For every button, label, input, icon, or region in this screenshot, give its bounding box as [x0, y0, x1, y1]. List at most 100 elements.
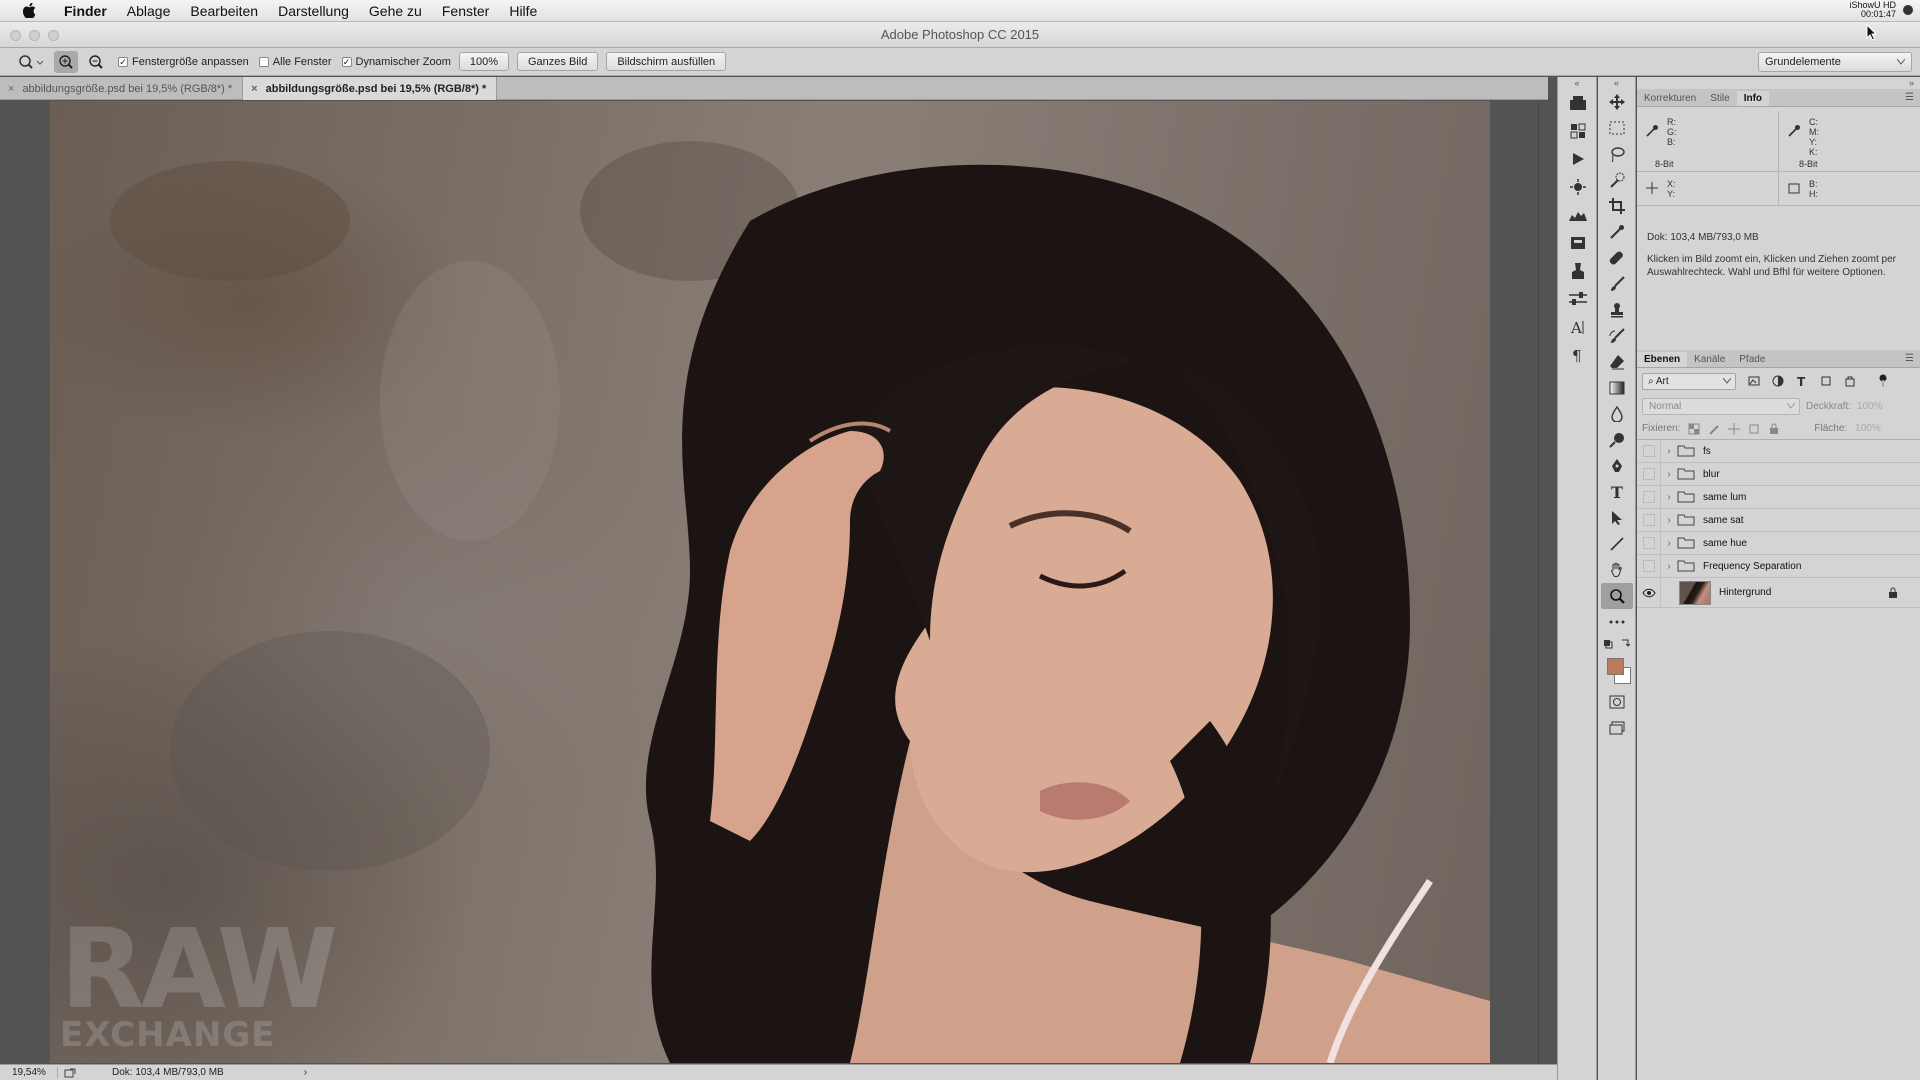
- layer-group-row[interactable]: › same sat: [1637, 508, 1920, 532]
- close-tab-icon[interactable]: ×: [251, 83, 257, 95]
- layer-group-row[interactable]: › Frequency Separation: [1637, 554, 1920, 578]
- menu-finder[interactable]: Finder: [54, 3, 117, 19]
- chevron-right-icon[interactable]: ›: [1661, 515, 1677, 526]
- visibility-toggle[interactable]: [1637, 531, 1661, 555]
- recording-status[interactable]: iShowU HD 00:01:47: [1849, 1, 1896, 19]
- lock-position-icon[interactable]: [1728, 422, 1741, 435]
- menu-ablage[interactable]: Ablage: [117, 3, 181, 19]
- move-tool[interactable]: [1598, 89, 1636, 115]
- portrait-photo[interactable]: RAW EXCHANGE: [50, 101, 1490, 1063]
- chevron-right-icon[interactable]: ›: [1661, 538, 1677, 549]
- panel-menu-icon[interactable]: ☰: [1905, 92, 1914, 103]
- clone-stamp-tool[interactable]: [1598, 297, 1636, 323]
- dock-character[interactable]: A: [1558, 313, 1598, 341]
- blur-tool[interactable]: [1598, 401, 1636, 427]
- visibility-toggle[interactable]: [1637, 554, 1661, 578]
- dock-history[interactable]: [1558, 89, 1598, 117]
- visibility-toggle[interactable]: [1637, 462, 1661, 486]
- apple-icon[interactable]: [18, 0, 40, 22]
- layer-group-row[interactable]: › blur: [1637, 462, 1920, 486]
- eraser-tool[interactable]: [1598, 349, 1636, 375]
- status-menu-arrow[interactable]: ›: [304, 1067, 307, 1078]
- close-tab-icon[interactable]: ×: [8, 83, 14, 95]
- chevron-right-icon[interactable]: ›: [1661, 561, 1677, 572]
- lock-all-icon[interactable]: [1768, 423, 1780, 435]
- zoom-level-field[interactable]: 19,54%: [0, 1067, 58, 1078]
- fit-window-option[interactable]: ✓ Fenstergröße anpassen: [118, 56, 249, 68]
- share-icon[interactable]: [64, 1068, 76, 1078]
- recording-icon[interactable]: [1902, 4, 1914, 16]
- fit-screen-button[interactable]: Ganzes Bild: [517, 52, 599, 71]
- adjustment-filter-icon[interactable]: [1772, 375, 1784, 387]
- tab-pfade[interactable]: Pfade: [1732, 352, 1772, 367]
- menu-darstellung[interactable]: Darstellung: [268, 3, 359, 19]
- tab-info[interactable]: Info: [1736, 91, 1770, 106]
- dock-collapse-icon[interactable]: «: [1558, 77, 1596, 89]
- smart-object-filter-icon[interactable]: [1844, 375, 1856, 387]
- layer-kind-filter[interactable]: ⌕ Art: [1642, 372, 1736, 390]
- zoom-tool[interactable]: [1601, 583, 1633, 609]
- layer-group-row[interactable]: › fs: [1637, 439, 1920, 463]
- dock-paragraph[interactable]: ¶: [1558, 341, 1598, 369]
- chevron-right-icon[interactable]: ›: [1661, 469, 1677, 480]
- menu-gehe-zu[interactable]: Gehe zu: [359, 3, 432, 19]
- marquee-tool[interactable]: [1598, 115, 1636, 141]
- filter-toggle-icon[interactable]: [1878, 374, 1888, 388]
- workspace-switcher[interactable]: Grundelemente: [1758, 52, 1912, 72]
- foreground-color-swatch[interactable]: [1607, 658, 1624, 675]
- screen-mode[interactable]: [1598, 715, 1636, 741]
- zoom-out-button[interactable]: [84, 51, 108, 73]
- color-swap[interactable]: [1598, 635, 1636, 653]
- zoom-in-button[interactable]: [54, 50, 78, 73]
- menu-fenster[interactable]: Fenster: [432, 3, 499, 19]
- layer-group-row[interactable]: › same hue: [1637, 531, 1920, 555]
- tools-collapse-icon[interactable]: «: [1598, 77, 1635, 89]
- all-windows-checkbox[interactable]: [258, 56, 269, 67]
- healing-brush-tool[interactable]: [1598, 245, 1636, 271]
- menu-hilfe[interactable]: Hilfe: [499, 3, 547, 19]
- dock-adjustments[interactable]: [1558, 173, 1598, 201]
- dodge-tool[interactable]: [1598, 427, 1636, 453]
- lock-transparency-icon[interactable]: [1688, 423, 1700, 435]
- visibility-toggle[interactable]: [1637, 508, 1661, 532]
- visibility-toggle[interactable]: [1637, 439, 1661, 463]
- scrubby-zoom-checkbox[interactable]: ✓: [341, 56, 352, 67]
- pixel-filter-icon[interactable]: [1748, 375, 1760, 387]
- layer-group-row[interactable]: › same lum: [1637, 485, 1920, 509]
- document-tab[interactable]: × abbildungsgröße.psd bei 19,5% (RGB/8*)…: [0, 77, 244, 100]
- path-selection-tool[interactable]: [1598, 505, 1636, 531]
- color-swatches[interactable]: [1598, 653, 1636, 689]
- crop-tool[interactable]: [1598, 193, 1636, 219]
- actual-size-button[interactable]: 100%: [458, 52, 509, 71]
- visibility-toggle[interactable]: [1637, 485, 1661, 509]
- quick-selection-tool[interactable]: [1598, 167, 1636, 193]
- shape-filter-icon[interactable]: [1820, 375, 1832, 387]
- opacity-field[interactable]: 100%: [1857, 401, 1883, 412]
- fill-screen-button[interactable]: Bildschirm ausfüllen: [606, 52, 727, 71]
- document-canvas[interactable]: RAW EXCHANGE: [0, 101, 1538, 1064]
- dock-clone-source[interactable]: [1558, 257, 1598, 285]
- lasso-tool[interactable]: [1598, 141, 1636, 167]
- vertical-scrollbar[interactable]: [1538, 101, 1557, 1064]
- document-tab-active[interactable]: × abbildungsgröße.psd bei 19,5% (RGB/8*)…: [243, 77, 498, 100]
- history-brush-tool[interactable]: [1598, 323, 1636, 349]
- fill-field[interactable]: 100%: [1855, 423, 1881, 434]
- eyedropper-tool[interactable]: [1598, 219, 1636, 245]
- layers-menu-icon[interactable]: ☰: [1905, 353, 1914, 364]
- scrubby-zoom-option[interactable]: ✓ Dynamischer Zoom: [341, 56, 451, 68]
- pen-tool[interactable]: [1598, 453, 1636, 479]
- chevron-right-icon[interactable]: ›: [1661, 446, 1677, 457]
- background-layer-row[interactable]: Hintergrund: [1637, 577, 1920, 608]
- panels-collapse-icon[interactable]: »: [1637, 77, 1920, 89]
- tab-stile[interactable]: Stile: [1703, 91, 1736, 106]
- more-tools[interactable]: [1598, 609, 1636, 635]
- blend-mode-select[interactable]: Normal: [1642, 397, 1800, 415]
- menu-bearbeiten[interactable]: Bearbeiten: [180, 3, 268, 19]
- tab-ebenen[interactable]: Ebenen: [1637, 352, 1688, 367]
- fit-window-checkbox[interactable]: ✓: [118, 56, 128, 67]
- dock-tool-presets[interactable]: [1558, 229, 1598, 257]
- all-windows-option[interactable]: Alle Fenster: [258, 56, 332, 68]
- line-tool[interactable]: [1598, 531, 1636, 557]
- quick-mask-mode[interactable]: [1598, 689, 1636, 715]
- tab-kanaele[interactable]: Kanäle: [1687, 352, 1732, 367]
